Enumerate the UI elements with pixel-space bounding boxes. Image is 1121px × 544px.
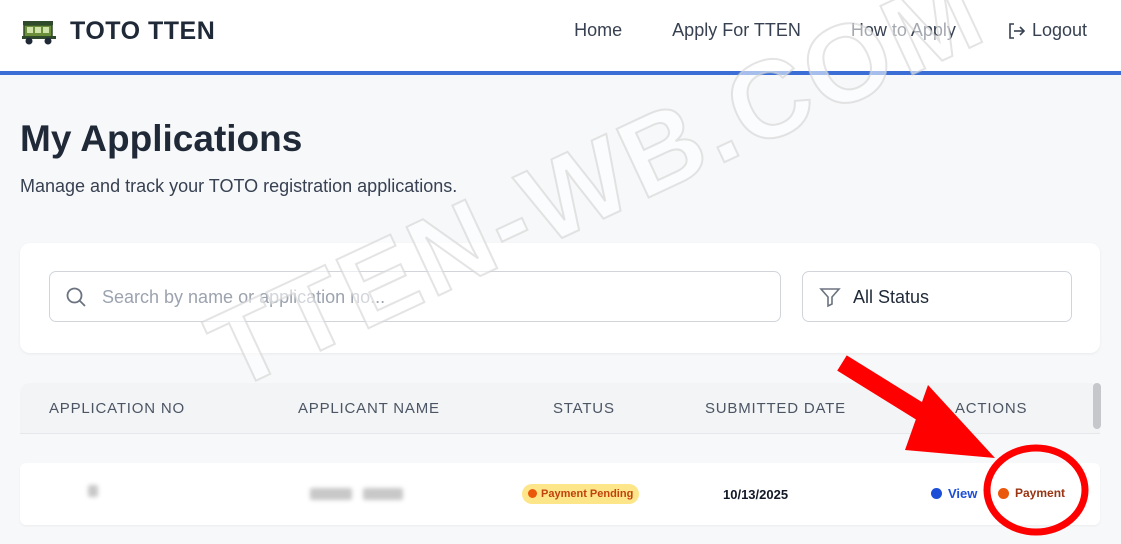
application-no-redacted — [88, 485, 98, 497]
filter-card: All Status — [20, 243, 1100, 353]
payment-button-label: Payment — [1015, 486, 1066, 500]
brand-name: TOTO TTEN — [70, 17, 216, 45]
nav-apply-label: Apply For TTEN — [672, 20, 801, 40]
nav-home[interactable]: Home — [574, 20, 622, 41]
table-row: Payment Pending 10/13/2025 View Payment — [20, 463, 1100, 525]
status-badge: Payment Pending — [522, 484, 640, 504]
brand[interactable]: TOTO TTEN — [20, 17, 215, 46]
applications-table: APPLICATION NO APPLICANT NAME STATUS SUB… — [20, 383, 1101, 544]
nav-apply[interactable]: Apply For TTEN — [672, 20, 801, 41]
nav-home-label: Home — [574, 20, 623, 40]
payment-button[interactable]: Payment — [998, 486, 1065, 500]
submitted-date: 10/13/2025 — [723, 487, 789, 502]
view-button[interactable]: View — [931, 486, 977, 501]
col-submitted-date: SUBMITTED DATE — [705, 400, 846, 417]
nav-how-to-apply-label: How to Apply — [850, 20, 956, 40]
page-subtitle: Manage and track your TOTO registration … — [20, 176, 458, 196]
applicant-name-redacted-2 — [363, 488, 403, 500]
eye-icon — [931, 488, 942, 499]
applicant-name-redacted — [310, 488, 352, 500]
main-nav: Home Apply For TTEN How to Apply Logout — [574, 20, 1087, 41]
page-title: My Applications — [20, 118, 303, 159]
clock-icon — [528, 489, 537, 498]
search-box[interactable] — [49, 271, 781, 323]
top-navbar: TOTO TTEN Home Apply For TTEN How to App… — [0, 0, 1121, 75]
search-icon — [66, 287, 86, 307]
table-scrollbar[interactable] — [1093, 383, 1101, 429]
status-filter-select[interactable]: All Status — [802, 271, 1072, 322]
col-status: STATUS — [553, 400, 615, 417]
table-header: APPLICATION NO APPLICANT NAME STATUS SUB… — [20, 383, 1101, 434]
col-application-no: APPLICATION NO — [49, 400, 185, 417]
status-badge-label: Payment Pending — [541, 488, 634, 500]
logout-icon — [1009, 22, 1026, 39]
col-applicant-name: APPLICANT NAME — [298, 400, 440, 417]
view-button-label: View — [948, 486, 978, 501]
search-input[interactable] — [100, 272, 774, 323]
auto-rickshaw-icon — [22, 20, 56, 44]
filter-icon — [819, 288, 841, 308]
nav-logout[interactable]: Logout — [1006, 20, 1087, 41]
status-filter-value: All Status — [853, 287, 930, 307]
col-actions: ACTIONS — [955, 400, 1028, 417]
nav-how-to-apply[interactable]: How to Apply — [851, 20, 956, 41]
nav-logout-label: Logout — [1031, 20, 1087, 40]
rupee-icon — [998, 487, 1009, 499]
